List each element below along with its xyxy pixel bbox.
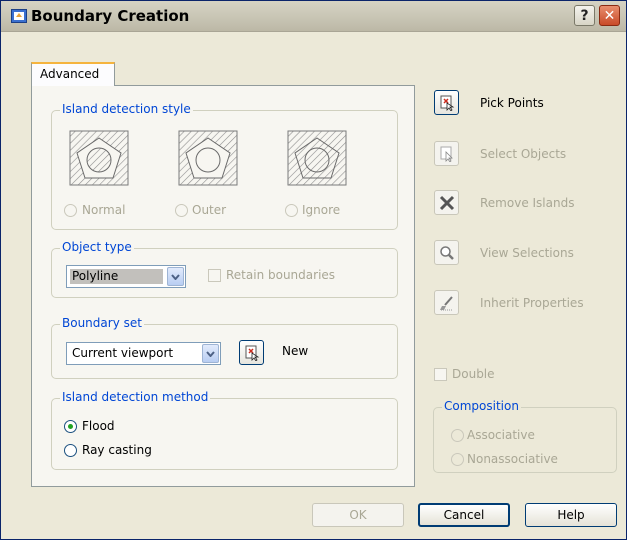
- object-type-value: Polyline: [70, 269, 163, 284]
- associative-label: Associative: [467, 428, 535, 442]
- magnifier-icon: [439, 245, 454, 260]
- app-icon: [11, 9, 27, 23]
- brush-icon: [439, 295, 453, 310]
- remove-islands-button[interactable]: [434, 190, 459, 215]
- pick-points-icon: [440, 95, 454, 111]
- tab-advanced-label: Advanced: [40, 67, 100, 81]
- flood-label: Flood: [82, 419, 115, 433]
- nonassociative-radio[interactable]: [451, 453, 464, 466]
- double-checkbox[interactable]: [434, 368, 447, 381]
- tab-advanced[interactable]: Advanced: [31, 62, 115, 86]
- view-selections-label: View Selections: [480, 246, 574, 260]
- boundary-set-value: Current viewport: [72, 346, 174, 360]
- boundary-set-select[interactable]: Current viewport: [66, 342, 221, 365]
- ray-casting-label: Ray casting: [82, 443, 152, 457]
- boundary-set-legend: Boundary set: [60, 316, 144, 330]
- ray-casting-radio[interactable]: [64, 444, 77, 457]
- title-close-button[interactable]: ✕: [599, 5, 620, 26]
- ignore-label: Ignore: [302, 203, 341, 217]
- chevron-down-icon[interactable]: [202, 344, 219, 363]
- pick-points-label: Pick Points: [480, 96, 544, 110]
- remove-islands-label: Remove Islands: [480, 196, 575, 210]
- pick-points-button[interactable]: [434, 90, 459, 115]
- normal-label: Normal: [82, 203, 126, 217]
- composition-legend: Composition: [442, 399, 521, 413]
- window-title: Boundary Creation: [31, 7, 190, 25]
- associative-radio[interactable]: [451, 429, 464, 442]
- new-label: New: [282, 344, 309, 358]
- x-icon: [439, 195, 454, 210]
- retain-boundaries-checkbox[interactable]: [208, 269, 221, 282]
- inherit-properties-label: Inherit Properties: [480, 296, 584, 310]
- island-detection-style-legend: Island detection style: [60, 102, 193, 116]
- ignore-radio[interactable]: [285, 204, 298, 217]
- island-detection-method-group: Island detection method Flood Ray castin…: [51, 390, 398, 470]
- ok-button[interactable]: OK: [312, 503, 404, 527]
- outer-label: Outer: [192, 203, 227, 217]
- select-objects-button[interactable]: [434, 141, 459, 166]
- normal-radio[interactable]: [64, 204, 77, 217]
- island-detection-method-legend: Island detection method: [60, 390, 211, 404]
- inherit-properties-button[interactable]: [434, 290, 459, 315]
- boundary-creation-dialog: Boundary Creation ? ✕ Advanced Island de…: [0, 0, 627, 540]
- view-selections-button[interactable]: [434, 240, 459, 265]
- nonassociative-label: Nonassociative: [467, 452, 558, 466]
- select-objects-label: Select Objects: [480, 147, 567, 161]
- flood-radio[interactable]: [64, 420, 77, 433]
- new-boundary-set-button[interactable]: [239, 340, 264, 365]
- normal-style-preview: [69, 130, 129, 186]
- object-type-group: Object type Polyline Retain boundaries: [51, 240, 398, 298]
- island-detection-style-group: Island detection style Normal Outer Igno…: [51, 102, 398, 230]
- pick-icon: [245, 345, 259, 361]
- title-bar[interactable]: Boundary Creation ? ✕: [1, 1, 626, 32]
- cancel-button[interactable]: Cancel: [418, 503, 510, 527]
- title-help-button[interactable]: ?: [574, 5, 595, 26]
- composition-group: Composition Associative Nonassociative: [433, 399, 617, 473]
- advanced-tab-panel: Island detection style Normal Outer Igno…: [31, 85, 415, 487]
- double-label: Double: [452, 367, 495, 381]
- ignore-style-preview: [287, 130, 347, 186]
- object-type-select[interactable]: Polyline: [66, 265, 186, 288]
- boundary-set-group: Boundary set Current viewport New: [51, 316, 398, 379]
- select-objects-icon: [440, 146, 453, 162]
- retain-boundaries-label: Retain boundaries: [226, 268, 336, 282]
- chevron-down-icon[interactable]: [167, 267, 184, 286]
- outer-style-preview: [178, 130, 238, 186]
- help-button[interactable]: Help: [525, 503, 617, 527]
- outer-radio[interactable]: [175, 204, 188, 217]
- object-type-legend: Object type: [60, 240, 134, 254]
